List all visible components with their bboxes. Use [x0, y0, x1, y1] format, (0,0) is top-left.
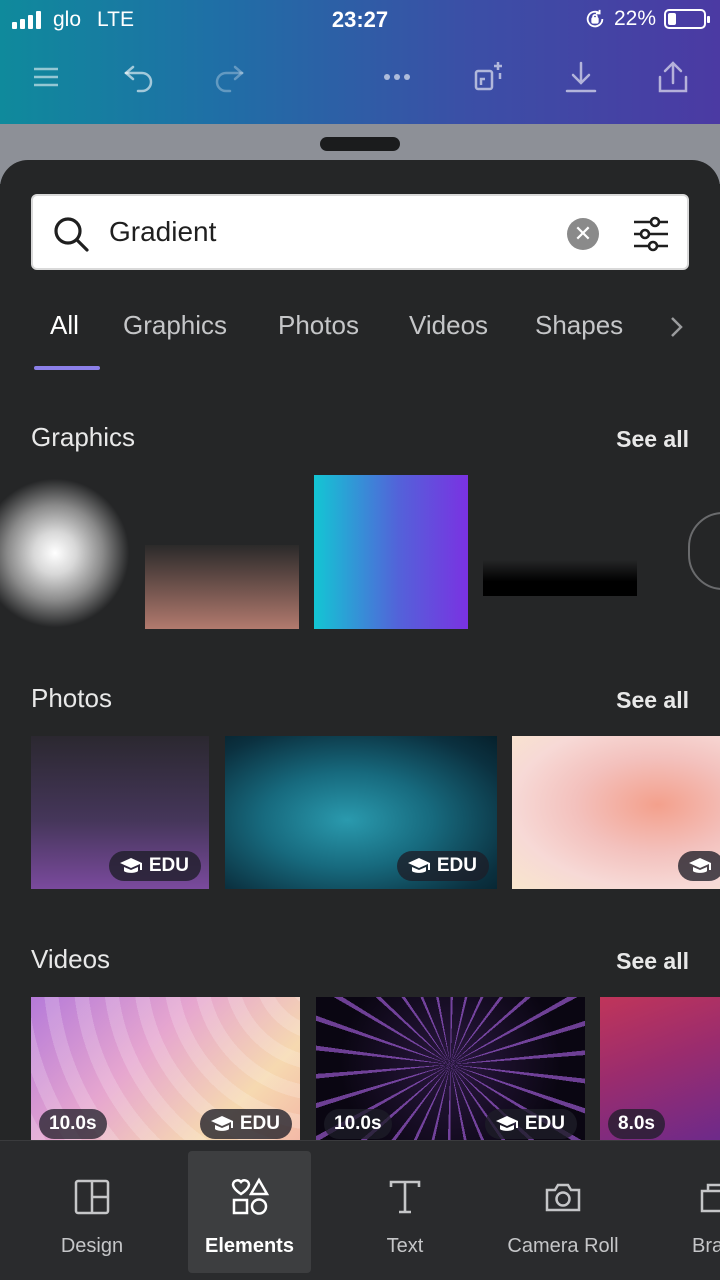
videos-section-title: Videos	[31, 944, 111, 974]
graduation-cap-icon	[495, 1116, 518, 1131]
brand-icon	[700, 1183, 720, 1213]
nav-elements[interactable]: Elements	[188, 1151, 311, 1273]
graphic-brown-gradient[interactable]	[145, 545, 299, 629]
sheet-drag-handle[interactable]	[320, 137, 400, 151]
more-button[interactable]	[372, 52, 422, 102]
video-duration: 10.0s	[39, 1109, 107, 1139]
battery-icon	[664, 9, 710, 29]
edu-badge: EDU	[484, 1109, 577, 1139]
tab-all[interactable]: All	[50, 310, 79, 341]
magic-icon	[474, 62, 502, 91]
graduation-cap-icon	[407, 858, 430, 873]
graphic-teal-purple-gradient[interactable]	[314, 475, 468, 629]
graphic-radial-blur[interactable]	[0, 478, 130, 628]
graphics-see-all-link[interactable]: See all	[616, 426, 689, 453]
redo-icon	[215, 65, 244, 93]
video-pastel-waves[interactable]: 10.0s EDU	[31, 997, 300, 1140]
share-icon	[658, 61, 688, 93]
tab-graphics[interactable]: Graphics	[123, 310, 227, 341]
camera-icon	[545, 1183, 581, 1212]
clear-search-button[interactable]: ✕	[567, 218, 599, 250]
menu-button[interactable]	[21, 52, 71, 102]
nav-label: Text	[386, 1235, 424, 1257]
nav-label: Camera Roll	[507, 1235, 619, 1257]
tab-shapes[interactable]: Shapes	[535, 310, 623, 341]
nav-brand[interactable]: Bra	[680, 1151, 720, 1273]
nav-camera-roll[interactable]: Camera Roll	[497, 1151, 629, 1273]
edu-badge: EDU	[396, 851, 489, 881]
download-icon	[565, 61, 597, 93]
video-duration: 8.0s	[608, 1109, 665, 1139]
bottom-nav: Design Elements Text Camera Roll Bra	[0, 1140, 720, 1280]
category-tabs: All Graphics Photos Videos Shapes	[0, 306, 720, 372]
share-button[interactable]	[648, 52, 698, 102]
editor-toolbar	[0, 52, 720, 102]
graduation-cap-icon	[119, 858, 142, 873]
video-duration: 10.0s	[324, 1109, 392, 1139]
undo-button[interactable]	[114, 52, 164, 102]
graphic-black-gradient[interactable]	[483, 560, 637, 596]
close-icon: ✕	[573, 221, 593, 246]
search-icon	[54, 217, 89, 252]
photo-purple-gradient[interactable]: EDU	[31, 736, 209, 889]
download-button[interactable]	[556, 52, 606, 102]
graduation-cap-icon	[210, 1116, 233, 1131]
status-bar: glo LTE 23:27 22%	[0, 0, 720, 40]
edu-badge: EDU	[199, 1109, 292, 1139]
app-header: glo LTE 23:27 22%	[0, 0, 720, 124]
active-tab-indicator	[34, 366, 100, 370]
status-right: 22%	[584, 7, 710, 31]
text-icon	[389, 1180, 421, 1214]
videos-see-all-link[interactable]: See all	[616, 948, 689, 975]
orientation-lock-icon	[586, 9, 604, 28]
photos-see-all-link[interactable]: See all	[616, 687, 689, 714]
search-input[interactable]: Gradient	[109, 216, 216, 248]
graphics-next-button[interactable]	[688, 512, 720, 590]
nav-label: Elements	[205, 1235, 294, 1257]
menu-icon	[34, 67, 58, 87]
chevron-right-icon[interactable]	[664, 312, 688, 342]
battery-percent: 22%	[613, 7, 656, 30]
more-icon	[384, 74, 410, 80]
magic-resize-button[interactable]	[464, 52, 514, 102]
graphics-section-title: Graphics	[31, 422, 136, 452]
nav-label: Design	[60, 1235, 124, 1257]
edu-badge: EDU	[108, 851, 201, 881]
graduation-cap-icon	[689, 858, 711, 873]
elements-panel: Gradient ✕ All Graphics Photos Videos Sh…	[0, 160, 720, 1140]
tab-photos[interactable]: Photos	[278, 310, 359, 341]
undo-icon	[124, 65, 153, 93]
search-bar[interactable]: Gradient ✕	[31, 194, 689, 270]
tab-videos[interactable]: Videos	[409, 310, 488, 341]
redo-button[interactable]	[204, 52, 254, 102]
edu-badge	[678, 851, 720, 881]
nav-design[interactable]: Design	[32, 1151, 152, 1273]
shapes-icon	[231, 1177, 269, 1215]
photo-peach-gradient[interactable]	[512, 736, 720, 889]
nav-label: Bra	[692, 1235, 720, 1257]
photo-teal-gradient[interactable]: EDU	[225, 736, 497, 889]
photos-section-title: Photos	[31, 683, 112, 713]
nav-text[interactable]: Text	[350, 1151, 460, 1273]
layout-icon	[74, 1179, 110, 1215]
filter-icon[interactable]	[631, 214, 671, 254]
video-magenta-gradient[interactable]: 8.0s	[600, 997, 720, 1140]
video-hyperspace[interactable]: 10.0s EDU	[316, 997, 585, 1140]
